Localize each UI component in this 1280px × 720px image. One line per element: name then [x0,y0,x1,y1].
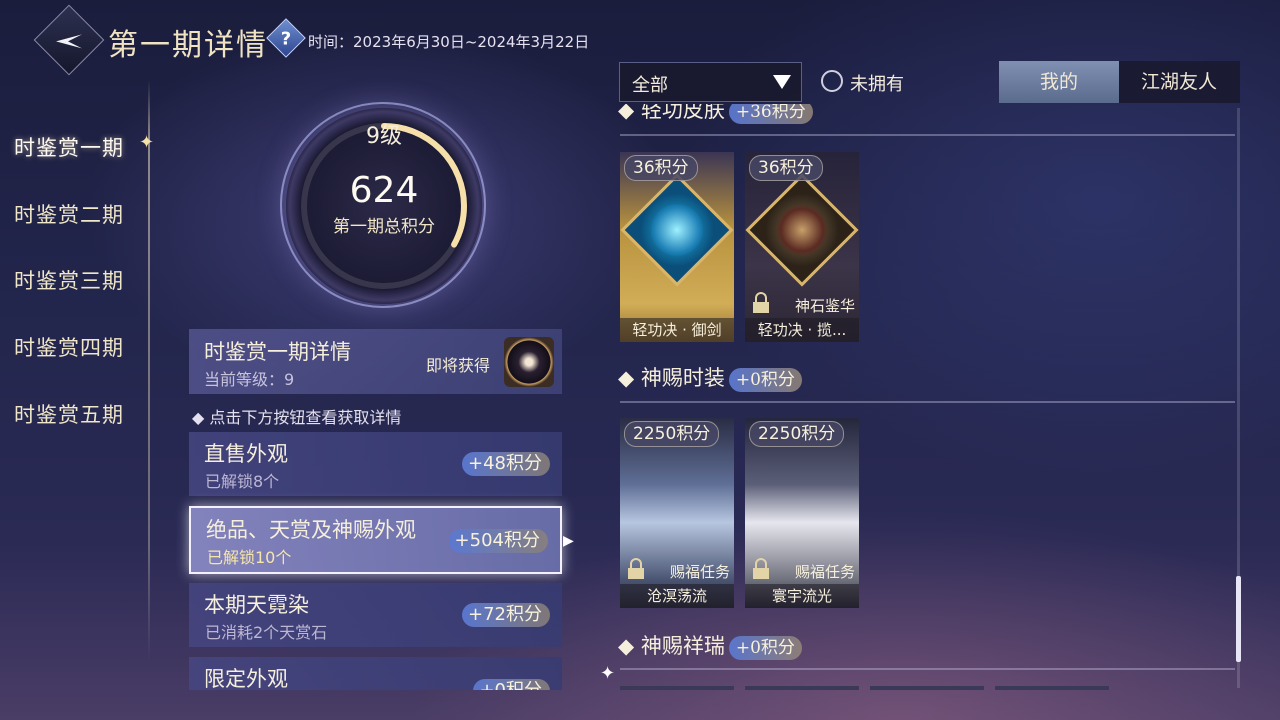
section-title: 神赐时装 [640,366,725,390]
view-tabs: 我的 江湖友人 [999,61,1240,103]
item-emblem-icon [745,173,859,287]
time-range: 时间：2023年6月30日~2024年3月22日 [308,31,589,52]
appearance-item[interactable]: 36积分 轻功决 · 御剑 [620,152,734,342]
lock-icon [628,558,644,579]
selected-arrow-icon: ▶ [563,533,574,549]
appearance-list[interactable]: ◆ 轻功皮肤 +36积分 36积分 轻功决 · 御剑 36积分 神石鉴华 轻功决 … [610,104,1240,690]
appearance-item[interactable] [995,686,1109,690]
category-name: 限定外观 [204,667,288,690]
item-emblem-icon [620,173,734,287]
item-source: 神石鉴华 [794,297,855,315]
nav-item-period-1[interactable]: 时鉴赏一期 [14,132,124,162]
category-status: 已解锁8个 [205,472,280,491]
filter-selected-value: 全部 [632,75,668,96]
scrollbar-thumb[interactable] [1236,576,1241,662]
category-points-badge: +48积分 [462,452,550,476]
category-card[interactable]: 本期天霓染 已消耗2个天赏石 +72积分 [189,583,562,647]
item-source: 赐福任务 [669,563,730,581]
category-status: 已消耗2个天赏石 [205,623,328,642]
item-name: 轻功决 · 御剑 [620,318,734,342]
appearance-item[interactable] [870,686,984,690]
unowned-radio[interactable] [821,70,843,92]
section-divider [620,401,1235,403]
unowned-label[interactable]: 未拥有 [850,70,904,96]
category-name: 绝品、天赏及神赐外观 [206,518,416,542]
item-points: 2250积分 [749,421,845,447]
section-points-badge: +0积分 [728,367,802,392]
item-points: 36积分 [749,155,823,181]
section-header: ◆ 神赐祥瑞 +0积分 [618,630,802,660]
category-name: 直售外观 [204,442,288,466]
item-name: 寰宇流光 [745,584,859,608]
sparkle-icon: ✦ [600,663,616,684]
current-level-text: 当前等级：9 [204,370,295,389]
back-arrow-icon [56,34,82,49]
category-card[interactable]: 限定外观 +0积分 [189,657,562,690]
help-icon[interactable]: ? [266,18,306,58]
time-value: 2023年6月30日~2024年3月22日 [353,33,590,51]
item-points: 36积分 [624,155,698,181]
section-title: 轻功皮肤 [640,104,725,122]
filter-dropdown[interactable]: 全部 [619,62,802,102]
section-points-badge: +36积分 [728,104,813,124]
item-name: 轻功决 · 揽... [745,318,859,342]
active-marker-icon: ✦ [139,132,155,153]
nav-divider [148,80,150,660]
category-card-selected[interactable]: 绝品、天赏及神赐外观 已解锁10个 +504积分 [189,506,562,574]
upcoming-reward-label: 即将获得 [426,356,491,375]
appearance-item[interactable] [620,686,734,690]
category-points-badge: +504积分 [448,529,548,553]
lock-icon [753,292,769,313]
section-points-badge: +0积分 [728,635,802,660]
appearance-item[interactable]: 2250积分 赐福任务 寰宇流光 [745,418,859,608]
back-button[interactable] [33,4,105,76]
nav-item-period-5[interactable]: 时鉴赏五期 [14,399,124,429]
section-title: 神赐祥瑞 [640,634,725,658]
tab-mine[interactable]: 我的 [999,61,1119,103]
section-header: ◆ 轻功皮肤 +36积分 [618,104,813,124]
page-title: 第一期详情 [108,28,268,63]
period-detail-title: 时鉴赏一期详情 [204,340,351,364]
upcoming-reward-icon[interactable] [504,337,554,387]
appearance-item[interactable]: 36积分 神石鉴华 轻功决 · 揽... [745,152,859,342]
nav-item-period-4[interactable]: 时鉴赏四期 [14,332,124,362]
category-card[interactable]: 直售外观 已解锁8个 +48积分 [189,432,562,496]
nav-item-period-2[interactable]: 时鉴赏二期 [14,199,124,229]
item-name: 沧溟荡流 [620,584,734,608]
category-status: 已解锁10个 [207,548,292,567]
total-score: 624 [349,170,419,211]
category-name: 本期天霓染 [204,593,309,617]
section-divider [620,668,1235,670]
level-label: 9级 [366,124,402,149]
dropdown-caret-icon [773,75,791,89]
section-header: ◆ 神赐时装 +0积分 [618,362,802,392]
category-points-badge: +72积分 [462,603,550,627]
appearance-item[interactable]: 2250积分 赐福任务 沧溟荡流 [620,418,734,608]
item-points: 2250积分 [624,421,720,447]
tab-friends[interactable]: 江湖友人 [1119,61,1239,103]
category-points-badge: +0积分 [473,679,550,690]
total-score-label: 第一期总积分 [333,217,435,237]
appearance-item[interactable] [745,686,859,690]
nav-item-period-3[interactable]: 时鉴赏三期 [14,265,124,295]
time-label: 时间： [308,33,354,51]
section-divider [620,134,1235,136]
lock-icon [753,558,769,579]
item-source: 赐福任务 [794,563,855,581]
hint-text: ◆ 点击下方按钮查看获取详情 [192,408,402,427]
